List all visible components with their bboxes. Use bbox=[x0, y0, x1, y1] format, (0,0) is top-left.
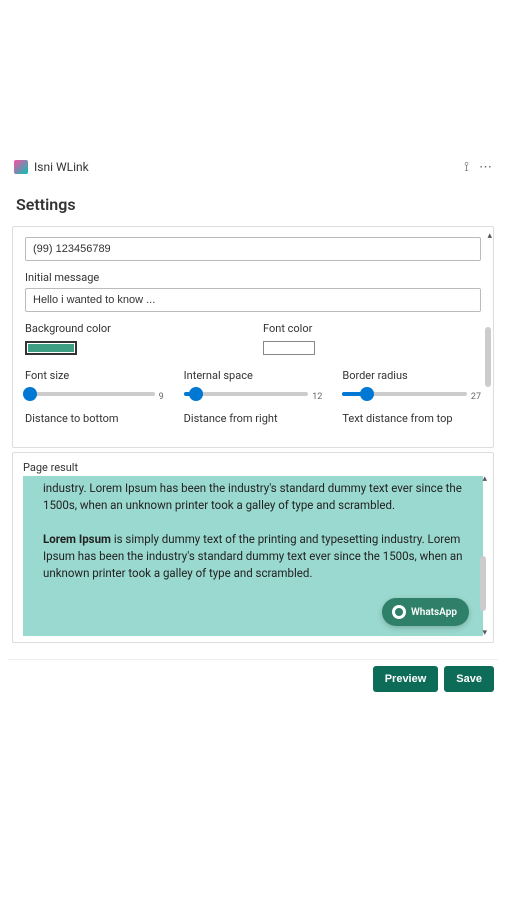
page-result-label: Page result bbox=[13, 453, 493, 476]
font-size-slider[interactable] bbox=[25, 392, 155, 396]
phone-input[interactable] bbox=[25, 237, 481, 261]
border-radius-value: 27 bbox=[471, 386, 481, 402]
text-distance-top-label: Text distance from top bbox=[342, 412, 481, 425]
title-bar: Isni WLink ⟟ ⋯ bbox=[8, 155, 498, 179]
internal-space-slider[interactable] bbox=[184, 392, 309, 396]
app-icon bbox=[14, 160, 28, 174]
pin-icon[interactable]: ⟟ bbox=[447, 159, 469, 175]
font-size-label: Font size bbox=[25, 369, 164, 382]
border-radius-slider[interactable] bbox=[342, 392, 467, 396]
page-title: Settings bbox=[8, 179, 498, 222]
whatsapp-label: WhatsApp bbox=[411, 607, 457, 618]
whatsapp-icon bbox=[392, 605, 406, 619]
result-paragraph-2: Lorem Ipsum is simply dummy text of the … bbox=[43, 531, 463, 583]
app-window: Isni WLink ⟟ ⋯ Settings ▴ Initial messag… bbox=[8, 155, 498, 698]
save-button[interactable]: Save bbox=[444, 666, 494, 692]
result-scrollbar[interactable] bbox=[480, 556, 486, 611]
internal-space-label: Internal space bbox=[184, 369, 323, 382]
initial-message-input[interactable] bbox=[25, 288, 481, 312]
result-scroll-down-icon[interactable]: ▾ bbox=[482, 628, 487, 638]
scroll-up-icon[interactable]: ▴ bbox=[487, 231, 492, 241]
initial-message-label: Initial message bbox=[25, 271, 481, 284]
distance-right-label: Distance from right bbox=[184, 412, 323, 425]
border-radius-label: Border radius bbox=[342, 369, 481, 382]
page-result-panel: Page result ▴ industry. Lorem Ipsum has … bbox=[12, 452, 494, 643]
font-color-swatch[interactable] bbox=[263, 341, 315, 355]
background-color-swatch[interactable] bbox=[25, 341, 77, 355]
app-title: Isni WLink bbox=[34, 160, 89, 174]
more-icon[interactable]: ⋯ bbox=[479, 160, 492, 175]
footer-bar: Preview Save bbox=[8, 659, 498, 698]
distance-bottom-label: Distance to bottom bbox=[25, 412, 164, 425]
font-color-label: Font color bbox=[263, 322, 481, 335]
background-color-label: Background color bbox=[25, 322, 243, 335]
settings-scrollbar[interactable] bbox=[485, 327, 491, 387]
internal-space-value: 12 bbox=[312, 386, 322, 402]
result-lead: Lorem Ipsum bbox=[43, 532, 111, 546]
result-scroll-up-icon[interactable]: ▴ bbox=[482, 474, 487, 484]
settings-panel: ▴ Initial message Background color Font … bbox=[12, 226, 494, 448]
result-paragraph-1: industry. Lorem Ipsum has been the indus… bbox=[43, 480, 463, 515]
whatsapp-button[interactable]: WhatsApp bbox=[382, 598, 469, 626]
preview-button[interactable]: Preview bbox=[373, 666, 439, 692]
font-size-value: 9 bbox=[159, 386, 164, 402]
